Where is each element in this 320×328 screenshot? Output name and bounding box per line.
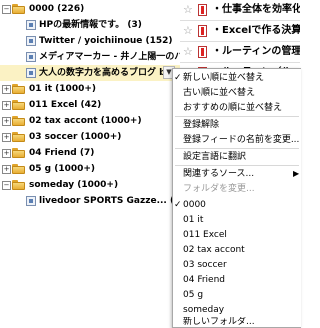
expand-toggle-icon[interactable]: + — [2, 165, 11, 174]
folder-row-0000[interactable]: − 0000 (226) — [0, 1, 180, 17]
menu-item-label: 011 Excel — [183, 230, 227, 240]
menu-item-folder-05-g[interactable]: 05 g — [173, 288, 301, 302]
menu-item-label: someday — [183, 305, 225, 315]
feed-label: メディアマーカー - 井ノ上陽一のバ — [39, 52, 180, 62]
star-icon[interactable]: ☆ — [183, 21, 193, 41]
feed-row[interactable]: livedoor SPORTS Gazze... (11) — [0, 193, 172, 209]
feed-row[interactable]: メディアマーカー - 井ノ上陽一のバ — [0, 49, 180, 65]
collapse-toggle-icon[interactable]: − — [2, 181, 11, 190]
menu-item-translate[interactable]: 設定言語に翻訳 — [173, 150, 301, 164]
feed-label: livedoor SPORTS Gazze... (11) — [39, 196, 172, 206]
folder-label: 05 g (1000+) — [29, 164, 96, 174]
collapse-toggle-icon[interactable]: − — [2, 5, 11, 14]
check-icon: ✓ — [174, 73, 182, 83]
folder-row-011-excel[interactable]: + 011 Excel (42) — [0, 97, 172, 113]
menu-item-label: 登録フィードの名前を変更... — [183, 135, 300, 145]
menu-item-label: フォルダを変更... — [183, 184, 255, 194]
folder-row-05-g[interactable]: + 05 g (1000+) — [0, 161, 172, 177]
menu-item-folder-0000[interactable]: ✓ 0000 — [173, 198, 301, 212]
feed-icon — [26, 20, 36, 30]
menu-item-label: おすすめの順に並べ替え — [183, 103, 283, 113]
expand-toggle-icon[interactable]: + — [2, 85, 11, 94]
folder-row-04-friend[interactable]: + 04 Friend (7) — [0, 145, 172, 161]
menu-item-sort-newest[interactable]: ✓ 新しい順に並べ替え — [173, 71, 301, 85]
star-icon[interactable]: ☆ — [183, 0, 193, 20]
feed-favicon-icon — [198, 25, 207, 37]
feed-row-selected[interactable]: 大人の数字力を高めるブログ by ▼ — [0, 65, 180, 81]
menu-item-label: 0000 — [183, 200, 206, 210]
folder-icon — [12, 132, 25, 142]
menu-separator — [175, 116, 299, 117]
folder-label: 04 Friend (7) — [29, 148, 95, 158]
folder-row-01-it[interactable]: + 01 it (1000+) — [0, 81, 172, 97]
menu-item-label: 登録解除 — [183, 120, 220, 130]
expand-toggle-icon[interactable]: + — [2, 117, 11, 126]
feed-icon — [26, 68, 36, 78]
menu-item-label: 設定言語に翻訳 — [183, 152, 247, 162]
menu-item-folder-01-it[interactable]: 01 it — [173, 213, 301, 227]
folder-label: someday (1000+) — [29, 180, 119, 190]
folder-icon — [12, 84, 25, 94]
menu-item-sort-oldest[interactable]: 古い順に並べ替え — [173, 86, 301, 100]
folder-icon — [12, 180, 25, 190]
feed-row[interactable]: Twitter / yoichiinoue (152) — [0, 33, 180, 49]
feed-favicon-icon — [198, 46, 207, 58]
list-item[interactable]: ☆ ・ルーティンの管理・ — [180, 42, 300, 63]
feed-icon — [26, 52, 36, 62]
menu-separator — [175, 148, 299, 149]
item-title: ・Excelで作る決算ヲ — [212, 25, 300, 36]
menu-item-rename-subscription[interactable]: 登録フィードの名前を変更... — [173, 133, 301, 147]
folder-label: 011 Excel (42) — [29, 100, 102, 110]
menu-item-label: 新しい順に並べ替え — [183, 73, 265, 83]
menu-item-folder-02-tax-accont[interactable]: 02 tax accont — [173, 243, 301, 257]
feed-favicon-icon — [198, 4, 207, 16]
feed-label: HPの最新情報です。 (3) — [39, 20, 142, 30]
menu-item-sort-magic[interactable]: おすすめの順に並べ替え — [173, 101, 301, 115]
folder-icon — [12, 164, 25, 174]
menu-item-label: 04 Friend — [183, 275, 225, 285]
menu-item-related-sources[interactable]: 関連するソース... ▶ — [173, 167, 301, 181]
folder-label: 03 soccer (1000+) — [29, 132, 122, 142]
feed-icon — [26, 196, 36, 206]
menu-item-label: 02 tax accont — [183, 245, 245, 255]
list-item[interactable]: ☆ ・仕事全体を効率化 — [180, 0, 300, 21]
menu-item-label: 05 g — [183, 290, 204, 300]
expand-toggle-icon[interactable]: + — [2, 101, 11, 110]
feed-context-menu: ✓ 新しい順に並べ替え 古い順に並べ替え おすすめの順に並べ替え 登録解除 登録… — [172, 68, 301, 328]
folder-row-03-soccer[interactable]: + 03 soccer (1000+) — [0, 129, 172, 145]
folder-row-02-tax-accont[interactable]: + 02 tax accont (1000+) — [0, 113, 172, 129]
menu-item-folder-03-soccer[interactable]: 03 soccer — [173, 258, 301, 272]
folder-icon — [12, 148, 25, 158]
submenu-arrow-icon: ▶ — [293, 169, 300, 178]
menu-item-folder-011-excel[interactable]: 011 Excel — [173, 228, 301, 242]
menu-separator — [175, 165, 299, 166]
item-title: ・仕事全体を効率化 — [212, 4, 300, 15]
folder-label: 01 it (1000+) — [29, 84, 96, 94]
folder-label: 0000 (226) — [29, 4, 85, 14]
folder-icon — [12, 116, 25, 126]
menu-item-folder-someday[interactable]: someday — [173, 303, 301, 317]
star-icon[interactable]: ☆ — [183, 42, 193, 62]
check-icon: ✓ — [174, 200, 182, 210]
menu-item-change-folders: フォルダを変更... — [173, 182, 301, 196]
feed-icon — [26, 36, 36, 46]
menu-item-label: 関連するソース... — [183, 169, 255, 179]
menu-item-label: 03 soccer — [183, 260, 227, 270]
folder-icon — [12, 100, 25, 110]
expand-toggle-icon[interactable]: + — [2, 149, 11, 158]
item-title: ・ルーティンの管理・ — [212, 46, 300, 57]
expand-toggle-icon[interactable]: + — [2, 133, 11, 142]
menu-item-unsubscribe[interactable]: 登録解除 — [173, 118, 301, 132]
menu-item-label: 古い順に並べ替え — [183, 88, 256, 98]
folder-label: 02 tax accont (1000+) — [29, 116, 142, 126]
feed-row[interactable]: HPの最新情報です。 (3) — [0, 17, 180, 33]
list-item[interactable]: ☆ ・Excelで作る決算ヲ — [180, 21, 300, 42]
folder-row-someday[interactable]: − someday (1000+) — [0, 177, 172, 193]
folder-icon — [12, 4, 25, 14]
menu-item-folder-04-friend[interactable]: 04 Friend — [173, 273, 301, 287]
feed-label: Twitter / yoichiinoue (152) — [39, 36, 173, 46]
feed-label: 大人の数字力を高めるブログ by — [39, 68, 163, 78]
menu-item-label: 01 it — [183, 215, 204, 225]
